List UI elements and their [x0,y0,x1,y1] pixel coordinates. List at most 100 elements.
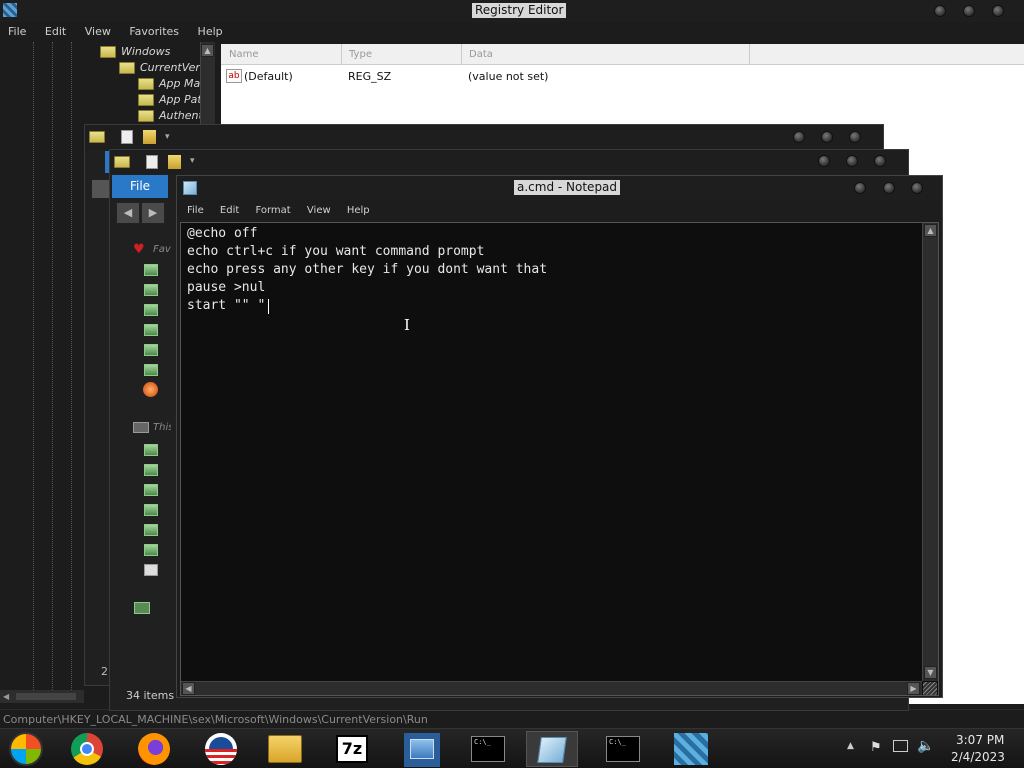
status-path: Computer\HKEY_LOCAL_MACHINE\sex\Microsof… [3,713,428,726]
value-name: (Default) [244,70,293,83]
minimize-button[interactable] [793,131,805,143]
show-hidden-icons-chevron-icon[interactable]: ▲ [847,741,854,751]
value-row[interactable]: ab (Default) REG_SZ (value not set) [221,68,1024,86]
music-icon[interactable] [144,504,158,516]
tree-item-app-management[interactable]: App Mar [159,77,205,90]
desktop-icon[interactable] [144,444,158,456]
window-title: Registry Editor [472,3,567,18]
taskbar: 7z C:\_ C:\_ ▲ ⚑ 🔈 3:07 PM 2/4/2023 [0,728,1024,768]
menu-view[interactable]: View [307,205,331,216]
7zip-icon[interactable]: 7z [336,735,368,763]
scroll-thumb[interactable] [16,693,76,700]
scroll-up-arrow[interactable]: ▲ [924,224,937,237]
close-button[interactable] [849,131,861,143]
regedit-icon[interactable] [404,733,440,767]
new-folder-icon[interactable] [143,130,156,144]
desktop-icon[interactable] [144,264,158,276]
text-editor-area[interactable]: @echo off echo ctrl+c if you want comman… [180,222,939,696]
tree-horizontal-scrollbar[interactable]: ◀ [0,690,84,703]
cmd-icon[interactable]: C:\_ [471,736,505,762]
volume-icon[interactable]: 🔈 [917,738,934,754]
libraries-icon[interactable] [144,324,158,336]
network-folder-icon[interactable] [144,344,158,356]
maximize-button[interactable] [883,182,895,194]
regedit-icon[interactable] [674,733,708,765]
favorites-label[interactable]: Favo [153,244,171,255]
nav-forward-button[interactable]: ▶ [141,202,165,224]
column-data[interactable]: Data [469,49,493,60]
tree-item-currentversion[interactable]: CurrentVers [140,61,206,74]
menu-help[interactable]: Help [347,205,370,216]
nav-back-button[interactable]: ◀ [116,202,140,224]
documents-icon[interactable] [144,464,158,476]
menu-favorites[interactable]: Favorites [129,25,179,38]
scroll-up-arrow[interactable]: ▲ [201,44,214,57]
this-pc-label[interactable]: This [153,422,171,433]
network-status-icon[interactable] [893,740,908,752]
menu-edit[interactable]: Edit [45,25,66,38]
close-button[interactable] [911,182,923,194]
notepad-taskbar-button[interactable] [526,731,578,767]
clock-time[interactable]: 3:07 PM [956,733,1004,747]
obama-logo-icon[interactable] [205,733,237,765]
properties-icon[interactable] [121,130,133,144]
music-icon[interactable] [144,364,158,376]
chevron-down-icon[interactable]: ▾ [190,156,195,166]
downloads-icon[interactable] [144,284,158,296]
horizontal-scrollbar[interactable]: ◀ ▶ [181,681,922,695]
tree-item-authentication[interactable]: Authent [159,109,203,122]
clock-date[interactable]: 2/4/2023 [951,750,1005,764]
scroll-left-arrow[interactable]: ◀ [3,692,9,701]
minimize-button[interactable] [818,155,830,167]
videos-icon[interactable] [144,544,158,556]
menu-format[interactable]: Format [255,205,290,216]
pictures-icon[interactable] [144,524,158,536]
orange-app-icon[interactable] [143,382,158,397]
notepad-icon [537,737,567,763]
close-button[interactable] [992,5,1004,17]
column-type[interactable]: Type [349,49,372,60]
network-icon[interactable] [134,602,150,614]
explorer-titlebar: ▾ [85,125,883,150]
column-header-row: Name Type Data [221,44,1024,65]
start-button[interactable] [9,732,43,766]
chrome-icon[interactable] [71,733,103,765]
menu-file[interactable]: File [187,205,204,216]
column-divider[interactable] [749,44,750,65]
vertical-scrollbar[interactable]: ▲ ▼ [922,223,938,681]
menu-edit[interactable]: Edit [220,205,239,216]
menu-file[interactable]: File [8,25,26,38]
properties-icon[interactable] [146,155,158,169]
ribbon-file-tab[interactable]: File [112,175,168,198]
new-folder-icon[interactable] [168,155,181,169]
editor-line: echo press any other key if you dont wan… [187,262,548,277]
maximize-button[interactable] [963,5,975,17]
recent-places-icon[interactable] [144,304,158,316]
resize-grip[interactable] [923,682,937,695]
close-button[interactable] [874,155,886,167]
firefox-icon[interactable] [138,733,170,765]
maximize-button[interactable] [846,155,858,167]
scroll-right-arrow[interactable]: ▶ [907,682,920,695]
flag-stripes [205,749,237,765]
column-divider[interactable] [341,44,342,65]
tree-item-windows[interactable]: Windows [121,45,170,58]
menu-help[interactable]: Help [198,25,223,38]
local-disk-icon[interactable] [144,564,158,576]
minimize-button[interactable] [854,182,866,194]
cmd-icon[interactable]: C:\_ [606,736,640,762]
tree-item-app-paths[interactable]: App Patl [159,93,205,106]
menu-view[interactable]: View [85,25,111,38]
file-explorer-icon[interactable] [268,735,302,763]
action-center-flag-icon[interactable]: ⚑ [870,740,882,755]
column-name[interactable]: Name [229,49,259,60]
chevron-down-icon[interactable]: ▾ [165,132,170,142]
scroll-left-arrow[interactable]: ◀ [182,682,195,695]
scroll-down-arrow[interactable]: ▼ [924,666,937,679]
downloads-icon[interactable] [144,484,158,496]
maximize-button[interactable] [821,131,833,143]
minimize-button[interactable] [934,5,946,17]
column-divider[interactable] [461,44,462,65]
window-title: a.cmd - Notepad [514,180,621,195]
this-pc-icon[interactable] [133,422,149,433]
